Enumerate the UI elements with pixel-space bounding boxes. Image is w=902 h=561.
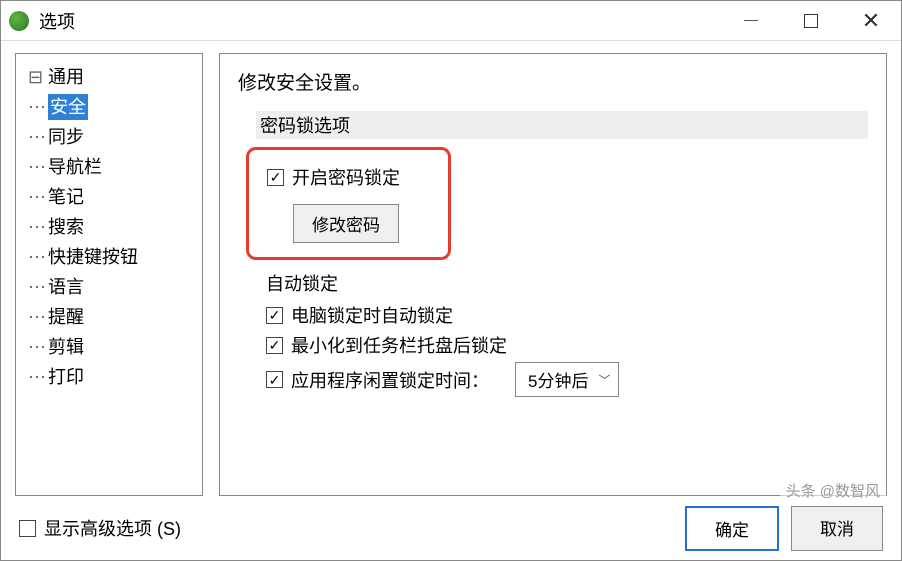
sidebar-item-print[interactable]: ⋯打印 bbox=[16, 362, 202, 392]
sidebar-item-notes[interactable]: ⋯笔记 bbox=[16, 182, 202, 212]
ok-button[interactable]: 确定 bbox=[685, 506, 779, 551]
checkbox-icon[interactable] bbox=[267, 169, 284, 186]
chevron-down-icon: ﹀ bbox=[598, 371, 610, 388]
page-heading: 修改安全设置。 bbox=[238, 68, 868, 95]
lock-on-minimize-row[interactable]: 最小化到任务栏托盘后锁定 bbox=[266, 332, 868, 358]
lock-on-computer-lock-label: 电脑锁定时自动锁定 bbox=[291, 302, 453, 328]
window-controls: ✕ bbox=[721, 1, 901, 41]
show-advanced-row[interactable]: 显示高级选项 (S) bbox=[19, 515, 181, 541]
sidebar-item-sync[interactable]: ⋯同步 bbox=[16, 122, 202, 152]
checkbox-icon[interactable] bbox=[266, 337, 283, 354]
sidebar-item-nav[interactable]: ⋯导航栏 bbox=[16, 152, 202, 182]
sidebar-item-reminder[interactable]: ⋯提醒 bbox=[16, 302, 202, 332]
body-area: ⊟通用 ⋯安全 ⋯同步 ⋯导航栏 ⋯笔记 ⋯搜索 ⋯快捷键按钮 ⋯语言 ⋯提醒 … bbox=[1, 41, 901, 496]
idle-timeout-value: 5分钟后 bbox=[528, 367, 588, 392]
checkbox-icon[interactable] bbox=[19, 520, 36, 537]
options-window: 选项 ✕ ⊟通用 ⋯安全 ⋯同步 ⋯导航栏 ⋯笔记 ⋯搜索 ⋯快捷键按钮 ⋯语言… bbox=[0, 0, 902, 561]
idle-timeout-select[interactable]: 5分钟后 ﹀ bbox=[515, 362, 619, 397]
sidebar-item-language[interactable]: ⋯语言 bbox=[16, 272, 202, 302]
highlight-box: 开启密码锁定 修改密码 bbox=[246, 147, 451, 260]
lock-on-minimize-label: 最小化到任务栏托盘后锁定 bbox=[291, 332, 507, 358]
enable-password-lock-row[interactable]: 开启密码锁定 bbox=[267, 164, 430, 190]
lock-on-idle-label: 应用程序闲置锁定时间： bbox=[291, 367, 489, 393]
app-icon bbox=[9, 11, 29, 31]
sidebar-item-security[interactable]: ⋯安全 bbox=[16, 92, 202, 122]
enable-password-lock-label: 开启密码锁定 bbox=[292, 164, 400, 190]
checkbox-icon[interactable] bbox=[266, 307, 283, 324]
window-title: 选项 bbox=[39, 8, 75, 34]
sidebar-item-shortcuts[interactable]: ⋯快捷键按钮 bbox=[16, 242, 202, 272]
sidebar-item-clip[interactable]: ⋯剪辑 bbox=[16, 332, 202, 362]
titlebar: 选项 ✕ bbox=[1, 1, 901, 41]
show-advanced-label: 显示高级选项 (S) bbox=[44, 515, 181, 541]
footer: 显示高级选项 (S) 确定 取消 bbox=[1, 496, 901, 560]
content-panel: 修改安全设置。 密码锁选项 开启密码锁定 修改密码 自动锁定 电脑锁定时自动锁定… bbox=[219, 53, 887, 496]
password-group-label: 密码锁选项 bbox=[256, 111, 868, 139]
sidebar-item-general[interactable]: ⊟通用 bbox=[16, 62, 202, 92]
lock-on-idle-row[interactable]: 应用程序闲置锁定时间： 5分钟后 ﹀ bbox=[266, 362, 868, 397]
auto-lock-label: 自动锁定 bbox=[266, 270, 868, 296]
footer-buttons: 确定 取消 bbox=[685, 506, 883, 551]
cancel-button[interactable]: 取消 bbox=[791, 506, 883, 551]
checkbox-icon[interactable] bbox=[266, 371, 283, 388]
minimize-button[interactable] bbox=[721, 1, 781, 41]
change-password-button[interactable]: 修改密码 bbox=[293, 204, 399, 243]
lock-on-computer-lock-row[interactable]: 电脑锁定时自动锁定 bbox=[266, 302, 868, 328]
maximize-button[interactable] bbox=[781, 1, 841, 41]
sidebar-item-search[interactable]: ⋯搜索 bbox=[16, 212, 202, 242]
sidebar: ⊟通用 ⋯安全 ⋯同步 ⋯导航栏 ⋯笔记 ⋯搜索 ⋯快捷键按钮 ⋯语言 ⋯提醒 … bbox=[15, 53, 203, 496]
close-button[interactable]: ✕ bbox=[841, 1, 901, 41]
